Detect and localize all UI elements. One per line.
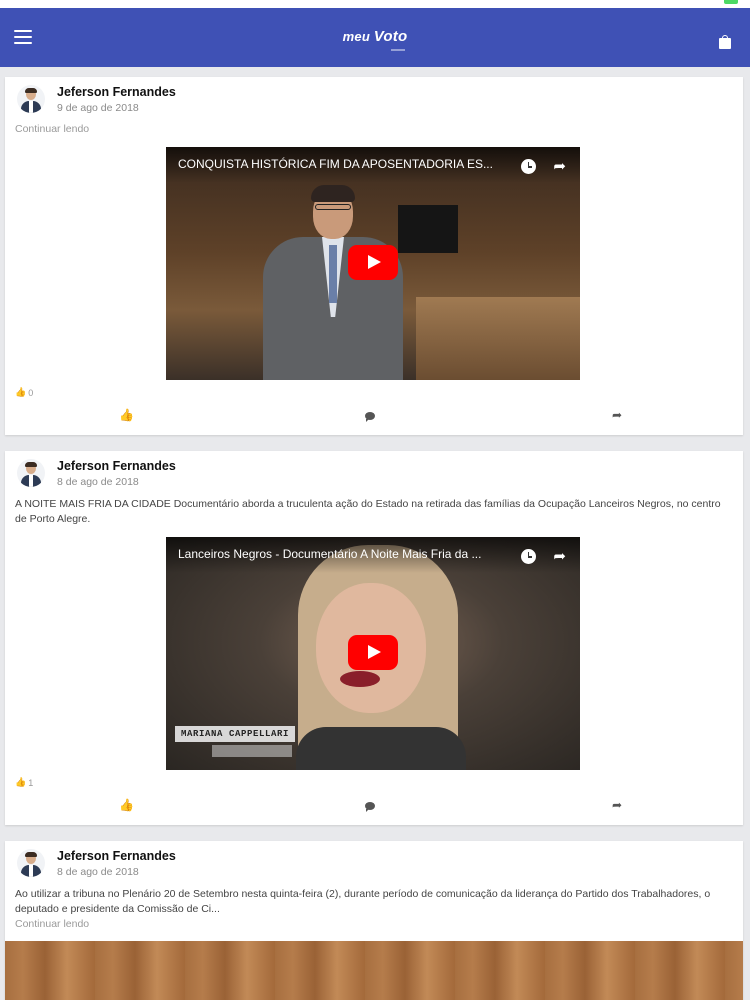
continue-reading-link[interactable]: Continuar lendo bbox=[15, 123, 89, 135]
avatar[interactable] bbox=[17, 849, 45, 877]
post-card: Jeferson Fernandes 8 de ago de 2018 A NO… bbox=[5, 451, 743, 825]
avatar[interactable] bbox=[17, 459, 45, 487]
share-button[interactable]: ➦ bbox=[612, 408, 622, 422]
share-arrow-icon: ➦ bbox=[612, 408, 623, 422]
status-bar bbox=[0, 0, 750, 8]
post-actions: 👍 ➦ bbox=[5, 408, 743, 428]
post-author[interactable]: Jeferson Fernandes bbox=[57, 85, 176, 99]
logo-underline bbox=[391, 49, 405, 51]
video-player[interactable]: MARIANA CAPPELLARI Lanceiros Negros - Do… bbox=[166, 537, 580, 770]
shopping-bag-icon[interactable] bbox=[719, 35, 731, 49]
thumbs-up-icon: 👍 bbox=[119, 408, 134, 422]
like-count: 👍 1 bbox=[15, 777, 33, 788]
app-bar: meu Voto bbox=[0, 8, 750, 67]
comment-bubble-icon bbox=[365, 412, 375, 422]
like-button[interactable]: 👍 bbox=[119, 798, 134, 812]
brand-name: Voto bbox=[373, 28, 408, 45]
post-author[interactable]: Jeferson Fernandes bbox=[57, 459, 176, 473]
post-author[interactable]: Jeferson Fernandes bbox=[57, 849, 176, 863]
watch-later-icon[interactable] bbox=[521, 549, 536, 564]
thumbnail-desks bbox=[416, 297, 580, 380]
comment-button[interactable] bbox=[365, 798, 375, 812]
play-button[interactable] bbox=[348, 245, 398, 280]
post-card: Jeferson Fernandes 8 de ago de 2018 Ao u… bbox=[5, 841, 743, 1000]
app-logo: meu Voto bbox=[0, 28, 750, 45]
brand-prefix: meu bbox=[342, 29, 370, 44]
watch-later-icon[interactable] bbox=[521, 159, 536, 174]
video-title: CONQUISTA HISTÓRICA FIM DA APOSENTADORIA… bbox=[178, 157, 493, 171]
video-share-icon[interactable]: ➦ bbox=[553, 157, 566, 175]
share-button[interactable]: ➦ bbox=[612, 798, 622, 812]
post-card: Jeferson Fernandes 9 de ago de 2018 Cont… bbox=[5, 77, 743, 435]
like-count-value: 0 bbox=[28, 387, 34, 398]
post-actions: 👍 ➦ bbox=[5, 798, 743, 818]
thumbs-up-icon: 👍 bbox=[15, 387, 27, 397]
comment-bubble-icon bbox=[365, 802, 375, 812]
video-title: Lanceiros Negros - Documentário A Noite … bbox=[178, 547, 482, 561]
post-image[interactable] bbox=[5, 941, 743, 1000]
comment-button[interactable] bbox=[365, 408, 375, 422]
like-button[interactable]: 👍 bbox=[119, 408, 134, 422]
post-text: Ao utilizar a tribuna no Plenário 20 de … bbox=[15, 888, 711, 915]
avatar[interactable] bbox=[17, 85, 45, 113]
battery-icon bbox=[724, 0, 738, 4]
post-text: A NOITE MAIS FRIA DA CIDADE Documentário… bbox=[15, 498, 721, 525]
like-count-value: 1 bbox=[28, 777, 34, 788]
video-player[interactable]: CONQUISTA HISTÓRICA FIM DA APOSENTADORIA… bbox=[166, 147, 580, 380]
video-share-icon[interactable]: ➦ bbox=[553, 547, 566, 565]
continue-reading-link[interactable]: Continuar lendo bbox=[15, 918, 89, 930]
thumbs-up-icon: 👍 bbox=[15, 777, 27, 787]
play-button[interactable] bbox=[348, 635, 398, 670]
video-name-caption: MARIANA CAPPELLARI bbox=[175, 726, 296, 742]
thumbs-up-icon: 👍 bbox=[119, 798, 134, 812]
post-date: 9 de ago de 2018 bbox=[57, 102, 139, 114]
share-arrow-icon: ➦ bbox=[612, 798, 623, 812]
post-date: 8 de ago de 2018 bbox=[57, 476, 139, 488]
post-date: 8 de ago de 2018 bbox=[57, 866, 139, 878]
like-count: 👍 0 bbox=[15, 387, 33, 398]
